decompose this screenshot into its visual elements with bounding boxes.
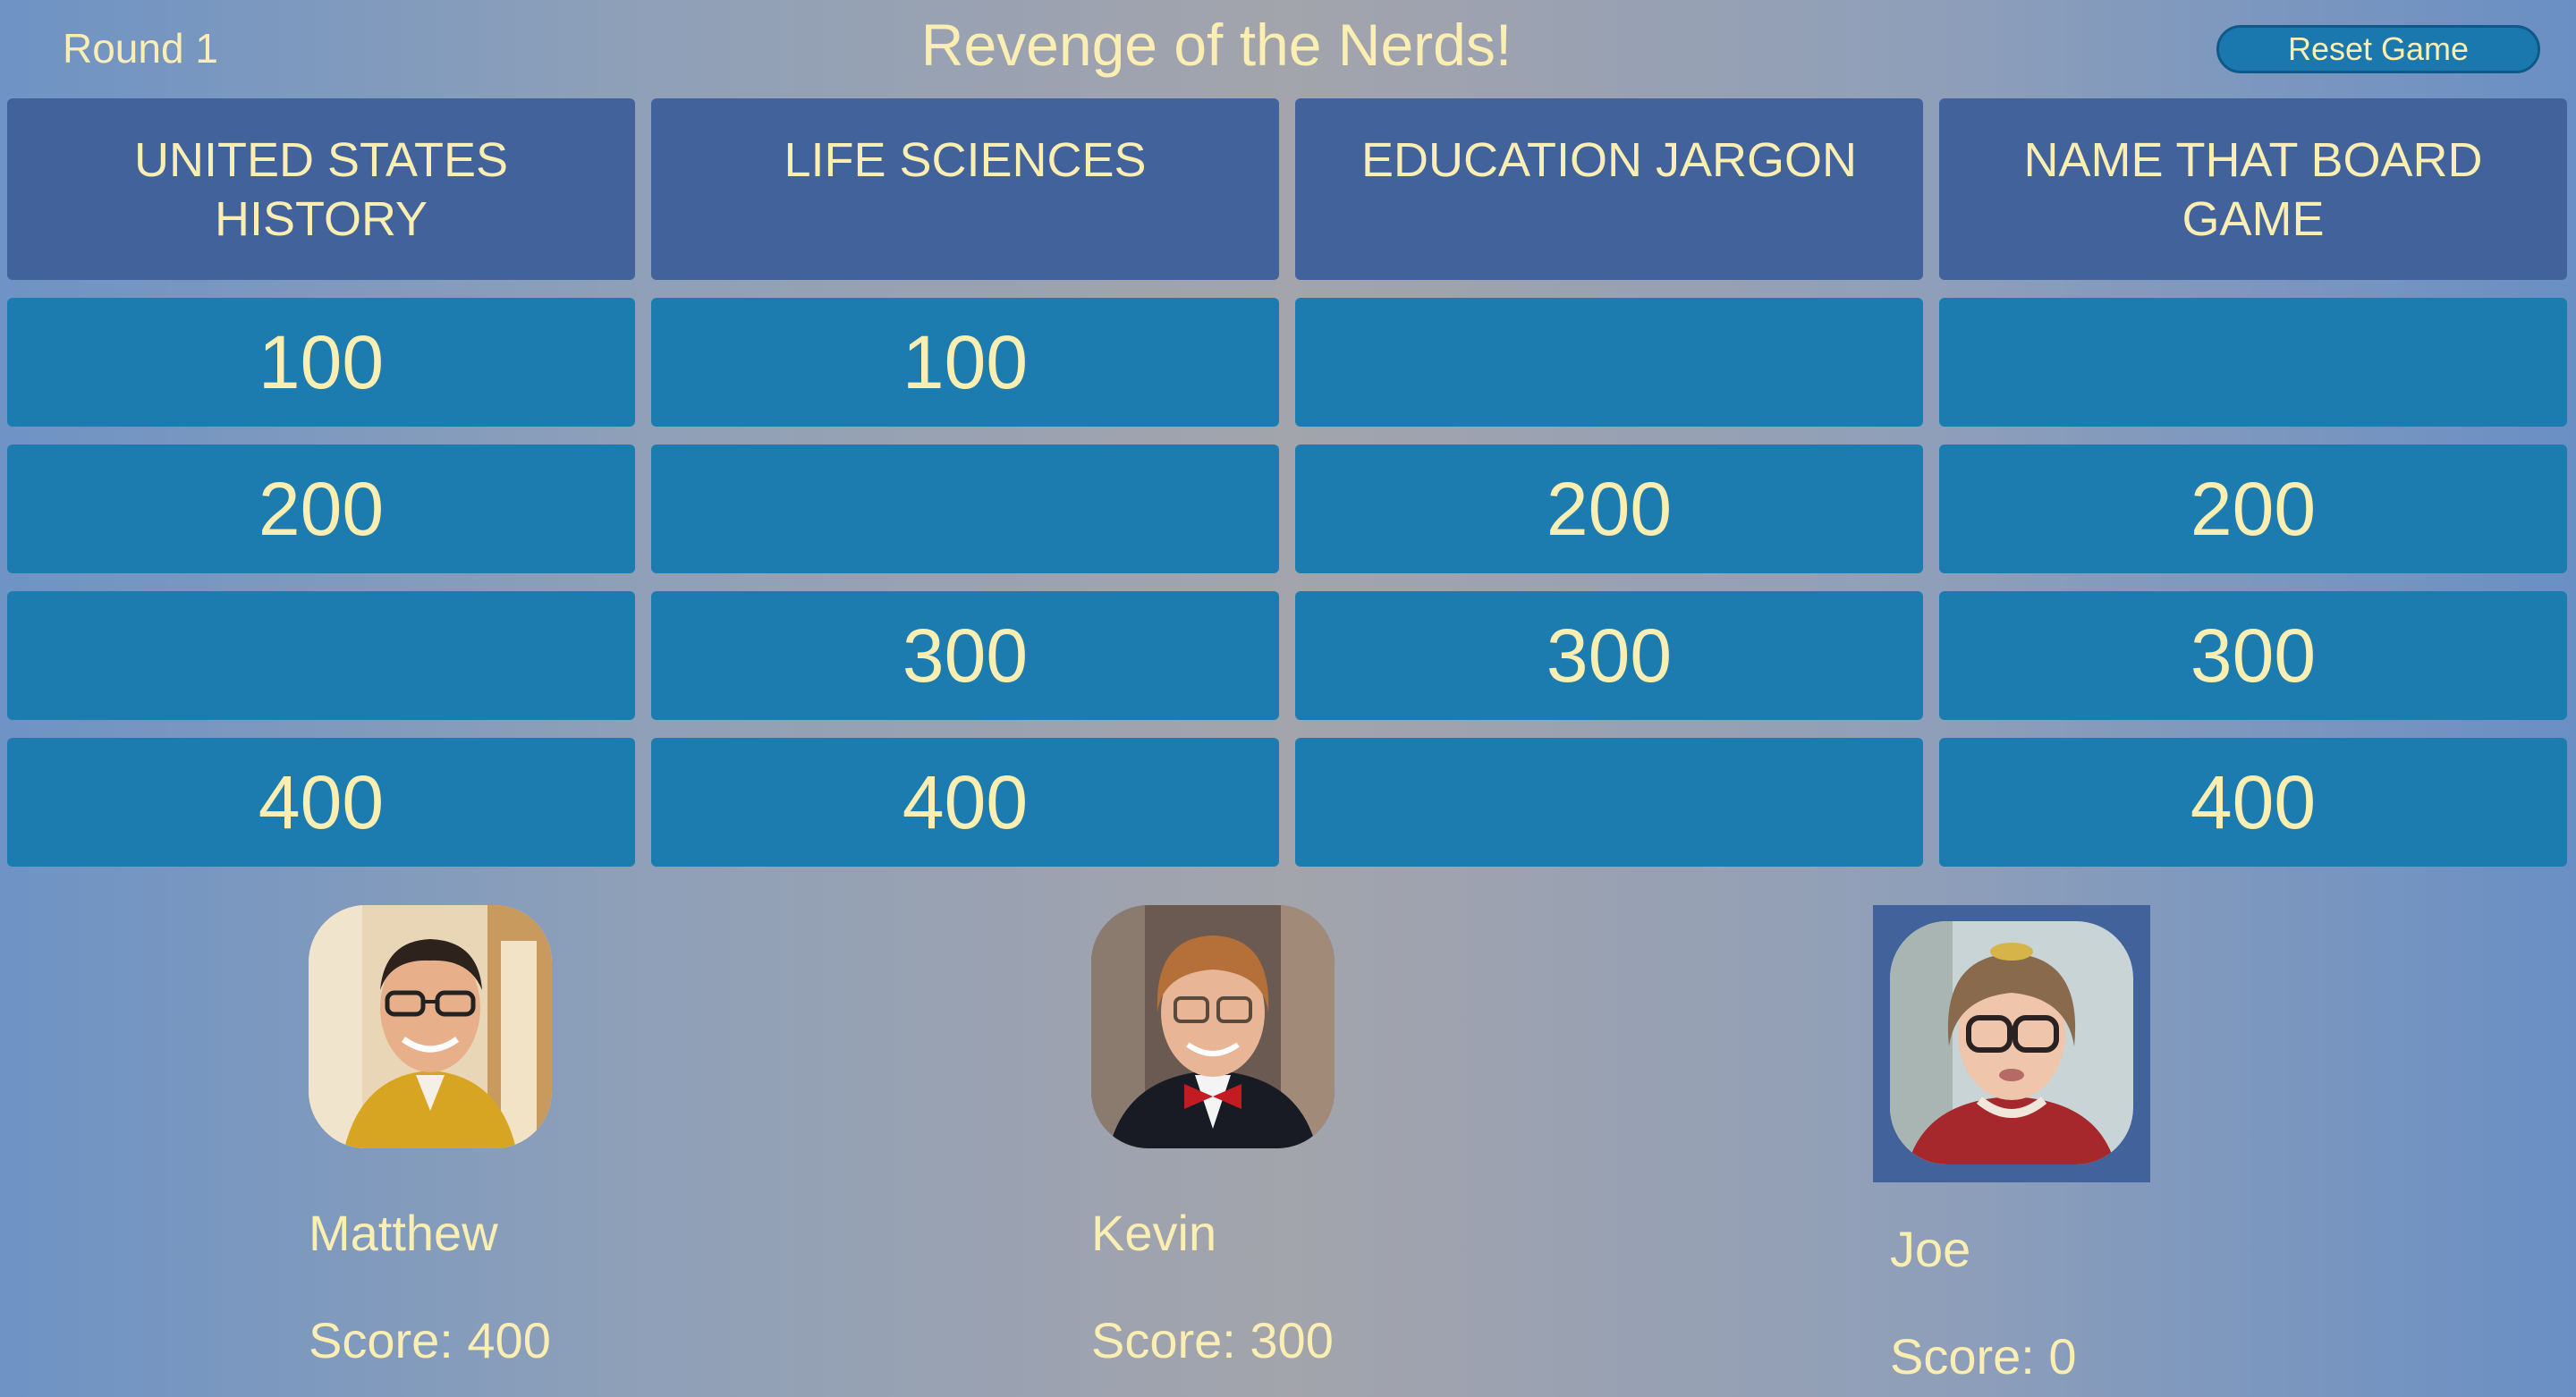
clue-tile-board-game-200[interactable]: 200: [1939, 444, 2567, 573]
clue-tile-board-game-100: [1939, 298, 2567, 427]
player-name: Joe: [1890, 1221, 1971, 1277]
player-score: Score: 0: [1890, 1328, 2077, 1384]
clue-tile-education-jargon-200[interactable]: 200: [1295, 444, 1923, 573]
player-avatar: [1890, 921, 2133, 1164]
clue-tile-education-jargon-300[interactable]: 300: [1295, 591, 1923, 720]
clue-tile-us-history-400[interactable]: 400: [7, 738, 635, 867]
clue-tile-life-sciences-300[interactable]: 300: [651, 591, 1279, 720]
category-header-name-that-board-game: NAME THAT BOARD GAME: [1939, 98, 2567, 280]
category-header-united-states-history: UNITED STATES HISTORY: [7, 98, 635, 280]
category-header-life-sciences: LIFE SCIENCES: [651, 98, 1279, 280]
clue-tile-us-history-200[interactable]: 200: [7, 444, 635, 573]
clue-tile-us-history-100[interactable]: 100: [7, 298, 635, 427]
clue-tile-board-game-400[interactable]: 400: [1939, 738, 2567, 867]
player-score: Score: 300: [1091, 1312, 1334, 1368]
game-title: Revenge of the Nerds!: [920, 12, 1513, 78]
clue-tile-board-game-300[interactable]: 300: [1939, 591, 2567, 720]
clue-tile-education-jargon-100: [1295, 298, 1923, 427]
category-header-education-jargon: EDUCATION JARGON: [1295, 98, 1923, 280]
player-avatar: [309, 905, 552, 1148]
player-name: Kevin: [1091, 1205, 1217, 1261]
clue-tile-life-sciences-200: [651, 444, 1279, 573]
reset-game-button[interactable]: Reset Game: [2216, 25, 2540, 73]
clue-tile-us-history-300: [7, 591, 635, 720]
game-board: UNITED STATES HISTORY LIFE SCIENCES EDUC…: [7, 98, 2567, 867]
clue-tile-life-sciences-400[interactable]: 400: [651, 738, 1279, 867]
player-avatar: [1091, 905, 1335, 1148]
clue-tile-education-jargon-400: [1295, 738, 1923, 867]
player-score: Score: 400: [309, 1312, 551, 1368]
player-name: Matthew: [309, 1205, 498, 1261]
clue-tile-life-sciences-100[interactable]: 100: [651, 298, 1279, 427]
